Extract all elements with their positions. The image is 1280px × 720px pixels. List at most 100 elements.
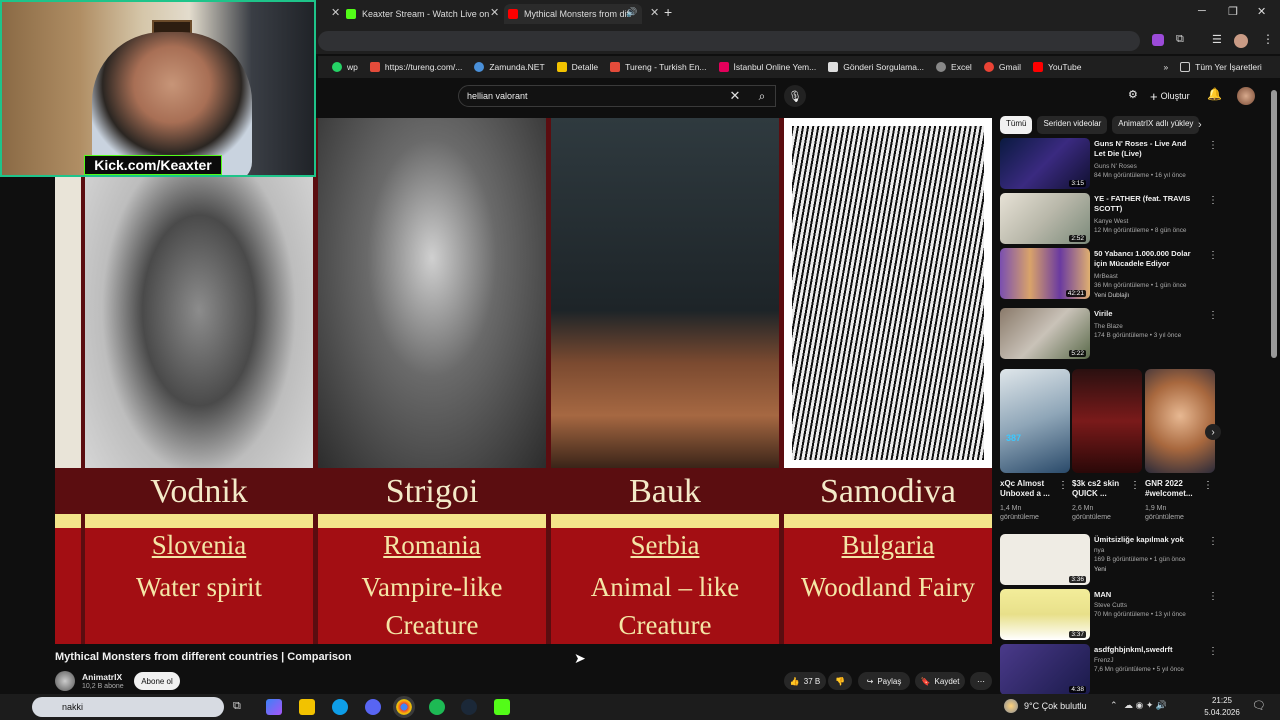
more-icon[interactable]: ⋮ xyxy=(1203,480,1213,491)
monster-country: Bulgaria xyxy=(841,530,935,560)
short-thumbnail[interactable] xyxy=(1145,369,1215,473)
chevron-right-icon[interactable]: › xyxy=(1198,119,1202,131)
channel-avatar[interactable] xyxy=(55,671,75,691)
chip-all[interactable]: Tümü xyxy=(1000,116,1033,134)
clock-date[interactable]: 5.04.2026 xyxy=(1203,708,1241,717)
duration: 42:21 xyxy=(1065,290,1086,297)
maximize-button[interactable]: ❐ xyxy=(1228,5,1238,18)
bookmark-detalle[interactable]: Detalle xyxy=(556,62,598,72)
samodiva-image-frame xyxy=(784,118,992,468)
like-button[interactable]: 👍 37 B xyxy=(784,672,826,690)
bookmark-youtube[interactable]: YouTube xyxy=(1033,62,1081,72)
channel-name[interactable]: AnimatrIX xyxy=(82,672,122,682)
bookmark-istanbul[interactable]: İstanbul Online Yem... xyxy=(718,62,816,72)
weather-icon[interactable] xyxy=(1004,699,1018,713)
tab-mythical-monsters[interactable]: Mythical Monsters from diff xyxy=(504,4,642,24)
more-actions-button[interactable]: ⋯ xyxy=(970,672,992,690)
menu-icon[interactable]: ⋮ xyxy=(1262,32,1274,46)
clear-search-icon[interactable]: ✕ xyxy=(726,85,744,107)
kick-channel-label: Kick.com/Keaxter xyxy=(84,155,222,175)
close-tab-icon[interactable]: ✕ xyxy=(331,6,340,19)
chevron-up-icon[interactable]: ⌃ xyxy=(1110,700,1118,711)
more-icon[interactable]: ⋮ xyxy=(1208,310,1218,321)
cast-icon[interactable]: ⚙ xyxy=(1128,88,1138,101)
more-icon[interactable]: ⋮ xyxy=(1208,250,1218,261)
tab-keaxter-stream[interactable]: Keaxter Stream - Watch Live on xyxy=(346,4,496,24)
more-icon[interactable]: ⋮ xyxy=(1208,536,1218,547)
edge-icon[interactable] xyxy=(332,699,348,715)
close-tab-icon[interactable]: ✕ xyxy=(490,6,499,19)
file-explorer-icon[interactable] xyxy=(299,699,315,715)
monster-name: Strigoi xyxy=(385,473,479,510)
bookmark-tureng-url[interactable]: https://tureng.com/... xyxy=(369,62,462,72)
bookmark-gmail[interactable]: Gmail xyxy=(983,62,1021,72)
share-button[interactable]: ↪ Paylaş xyxy=(858,672,910,690)
rec-channel: Kanye West xyxy=(1094,218,1129,225)
spotify-icon[interactable] xyxy=(429,699,445,715)
more-icon[interactable]: ⋮ xyxy=(1208,195,1218,206)
url-field[interactable] xyxy=(318,31,1140,51)
monster-description: Woodland Fairy xyxy=(800,572,976,602)
notification-center-icon[interactable]: 🗨 xyxy=(1252,699,1266,712)
more-icon[interactable]: ⋮ xyxy=(1208,591,1218,602)
rec-channel: The Blaze xyxy=(1094,323,1123,330)
search-icon[interactable]: ⌕ xyxy=(748,85,776,107)
microphone-icon[interactable]: 🎙 xyxy=(784,85,806,107)
more-icon[interactable]: ⋮ xyxy=(1130,480,1140,491)
more-icon[interactable]: ⋮ xyxy=(1208,140,1218,151)
short-title: xQc Almost Unboxed a ... xyxy=(1000,479,1050,498)
bookmark-gonderi[interactable]: Gönderi Sorgulama... xyxy=(828,62,924,72)
recommendation-item[interactable]: 4:38 asdfghbjnkml,swedrft FrenzJ 7,6 Mn … xyxy=(1000,644,1220,696)
recommendation-item[interactable]: 3:15 Guns N' Roses - Live And Let Die (L… xyxy=(1000,138,1220,190)
avatar[interactable] xyxy=(1237,87,1255,105)
recommendation-item[interactable]: 42:21 50 Yabancı 1.000.000 Dolar için Mü… xyxy=(1000,248,1220,300)
more-icon[interactable]: ⋮ xyxy=(1208,646,1218,657)
monster-description: Animal – like xyxy=(590,572,740,602)
bookmark-excel[interactable]: Excel xyxy=(936,62,972,72)
notifications-bell-icon[interactable]: 🔔 xyxy=(1207,87,1222,101)
recommendation-item[interactable]: 3:36 Ümitsizliğe kapılmak yok nya 169 B … xyxy=(1000,534,1220,586)
create-button[interactable]: + Oluştur xyxy=(1150,86,1190,106)
chrome-icon[interactable] xyxy=(393,696,415,718)
all-bookmarks-folder[interactable]: Tüm Yer İşaretleri xyxy=(1180,62,1262,72)
chevron-right-icon[interactable]: › xyxy=(1205,424,1221,440)
close-tab-icon[interactable]: ✕ xyxy=(650,6,659,19)
recommendation-item[interactable]: 2:52 YE - FATHER (feat. TRAVIS SCOTT) Ka… xyxy=(1000,193,1220,245)
save-button[interactable]: 🔖 Kaydet xyxy=(915,672,965,690)
discord-icon[interactable] xyxy=(365,699,381,715)
recommendation-item[interactable]: 3:37 MAN Steve Cutts 70 Mn görüntüleme •… xyxy=(1000,589,1220,641)
bookmark-wp[interactable]: wp xyxy=(332,62,358,72)
puzzle-icon[interactable]: ⧉ xyxy=(1176,33,1184,46)
copilot-icon[interactable] xyxy=(266,699,282,715)
chip-series[interactable]: Seriden videolar xyxy=(1037,116,1108,134)
new-tab-button[interactable]: + xyxy=(664,4,672,20)
taskbar-search[interactable]: nakki xyxy=(32,697,224,717)
minimize-button[interactable]: ─ xyxy=(1198,5,1206,17)
bookmarks-overflow[interactable]: » xyxy=(1163,62,1168,72)
extension-icon[interactable] xyxy=(1152,34,1164,46)
weather-text[interactable]: 9°C Çok bulutlu xyxy=(1024,701,1087,711)
close-window-button[interactable]: ✕ xyxy=(1257,5,1266,18)
bookmark-zamunda[interactable]: Zamunda.NET xyxy=(474,62,545,72)
subscribe-button[interactable]: Abone ol xyxy=(134,672,180,690)
media-icon[interactable]: ☰ xyxy=(1212,33,1222,46)
chip-uploader[interactable]: AnimatrIX adlı yükley xyxy=(1112,116,1200,134)
short-thumbnail[interactable] xyxy=(1072,369,1142,473)
tray-icons[interactable]: ☁ ◉ ✦ 🔊 xyxy=(1124,700,1167,711)
task-view-icon[interactable]: ⧉ xyxy=(233,700,241,713)
kick-icon[interactable] xyxy=(494,699,510,715)
video-player[interactable]: Vodnik Slovenia Water spirit Strigoi Rom… xyxy=(55,118,992,644)
subscriber-count: 10,2 B abone xyxy=(82,683,124,690)
steam-icon[interactable] xyxy=(461,699,477,715)
speaker-icon[interactable]: 🔊 xyxy=(626,7,637,18)
clock-time[interactable]: 21:25 xyxy=(1206,696,1238,705)
rec-badges: Yeni xyxy=(1094,566,1107,573)
short-thumbnail[interactable]: 387 xyxy=(1000,369,1070,473)
more-icon[interactable]: ⋮ xyxy=(1058,480,1068,491)
scrollbar[interactable] xyxy=(1271,90,1277,358)
bookmark-tureng[interactable]: Tureng - Turkish En... xyxy=(610,62,707,72)
profile-icon[interactable] xyxy=(1234,34,1248,48)
dislike-button[interactable]: 👎 xyxy=(828,672,852,690)
recommendation-item[interactable]: 5:22 Virile The Blaze 174 B görüntüleme … xyxy=(1000,308,1220,360)
plus-icon: + xyxy=(1150,88,1158,104)
